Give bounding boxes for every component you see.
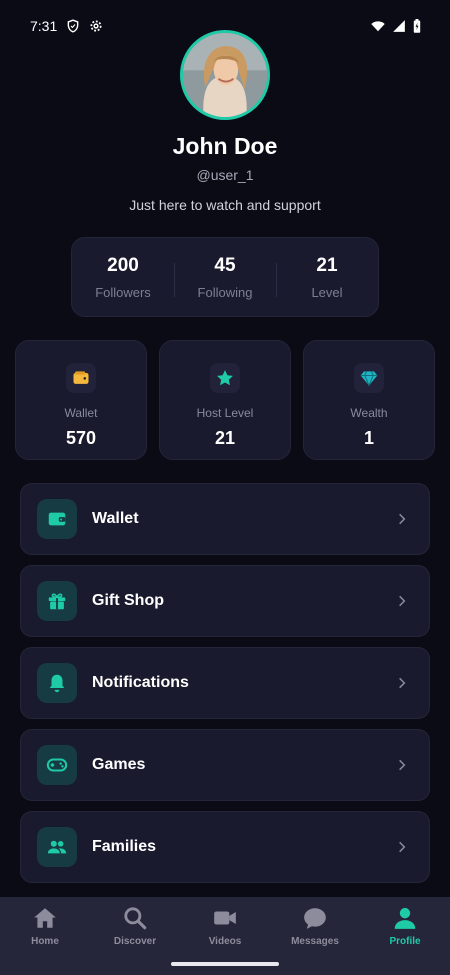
stat-following[interactable]: 45 Following	[174, 255, 276, 300]
tile-value: 1	[363, 428, 374, 448]
menu-label: Games	[92, 756, 146, 773]
menu-item-wallet[interactable]: Wallet	[20, 483, 430, 555]
tile-wealth[interactable]: Wealth 1	[303, 340, 435, 460]
search-icon	[122, 905, 148, 931]
stat-followers[interactable]: 200 Followers	[72, 255, 174, 300]
tile-label: Wealth	[350, 406, 388, 420]
stats-card: 200 Followers 45 Following 21 Level	[71, 237, 379, 317]
signal-icon	[392, 19, 406, 33]
status-right	[370, 19, 422, 33]
stat-label: Level	[311, 284, 343, 300]
profile-bio: Just here to watch and support	[129, 197, 321, 213]
gamepad-icon	[37, 745, 77, 785]
tile-label: Host Level	[196, 406, 254, 420]
menu-item-games[interactable]: Games	[20, 729, 430, 801]
menu-label: Notifications	[92, 674, 189, 691]
nav-label: Videos	[208, 936, 242, 947]
nav-label: Home	[31, 936, 59, 947]
tile-label: Wallet	[64, 406, 98, 420]
home-indicator	[171, 962, 279, 966]
gift-icon	[37, 581, 77, 621]
chevron-right-icon	[395, 758, 409, 772]
stat-label: Followers	[95, 284, 151, 300]
nav-item-home[interactable]: Home	[0, 897, 90, 975]
diamond-icon	[354, 363, 384, 393]
menu-label: Gift Shop	[92, 592, 164, 609]
shield-icon	[66, 19, 80, 33]
profile-handle: @user_1	[196, 167, 254, 183]
wallet-icon	[66, 363, 96, 393]
wifi-icon	[370, 19, 386, 33]
users-icon	[37, 827, 77, 867]
chevron-right-icon	[395, 840, 409, 854]
bell-icon	[37, 663, 77, 703]
video-icon	[212, 905, 238, 931]
tile-value: 570	[65, 428, 97, 448]
nav-item-messages[interactable]: Messages	[270, 897, 360, 975]
stat-value: 21	[316, 254, 338, 276]
menu-label: Wallet	[92, 510, 139, 527]
battery-icon	[412, 19, 422, 33]
status-time: 7:31	[30, 18, 58, 34]
home-icon	[32, 905, 58, 931]
profile-menu: Wallet Gift Shop Notifications Games Fam…	[20, 483, 430, 893]
menu-item-notifications[interactable]: Notifications	[20, 647, 430, 719]
nav-label: Profile	[389, 936, 421, 947]
stat-value: 45	[214, 254, 236, 276]
chat-icon	[302, 905, 328, 931]
stat-level: 21 Level	[276, 255, 378, 300]
chevron-right-icon	[395, 594, 409, 608]
nav-item-profile[interactable]: Profile	[360, 897, 450, 975]
profile-name: John Doe	[172, 133, 278, 159]
wallet-icon	[37, 499, 77, 539]
avatar[interactable]	[180, 30, 270, 120]
settings-icon	[89, 19, 103, 33]
summary-tiles: Wallet 570 Host Level 21 Wealth 1	[15, 340, 435, 460]
status-left: 7:31	[30, 18, 103, 34]
menu-item-gift-shop[interactable]: Gift Shop	[20, 565, 430, 637]
stat-value: 200	[107, 254, 139, 276]
chevron-right-icon	[395, 676, 409, 690]
nav-label: Messages	[291, 936, 339, 947]
nav-item-discover[interactable]: Discover	[90, 897, 180, 975]
tile-host-level[interactable]: Host Level 21	[159, 340, 291, 460]
menu-item-families[interactable]: Families	[20, 811, 430, 883]
nav-label: Discover	[113, 936, 157, 947]
person-icon	[392, 905, 418, 931]
tile-value: 21	[214, 428, 236, 448]
star-icon	[210, 363, 240, 393]
menu-label: Families	[92, 838, 157, 855]
chevron-right-icon	[395, 512, 409, 526]
tile-wallet[interactable]: Wallet 570	[15, 340, 147, 460]
avatar-photo	[183, 33, 267, 117]
stat-label: Following	[197, 284, 253, 300]
